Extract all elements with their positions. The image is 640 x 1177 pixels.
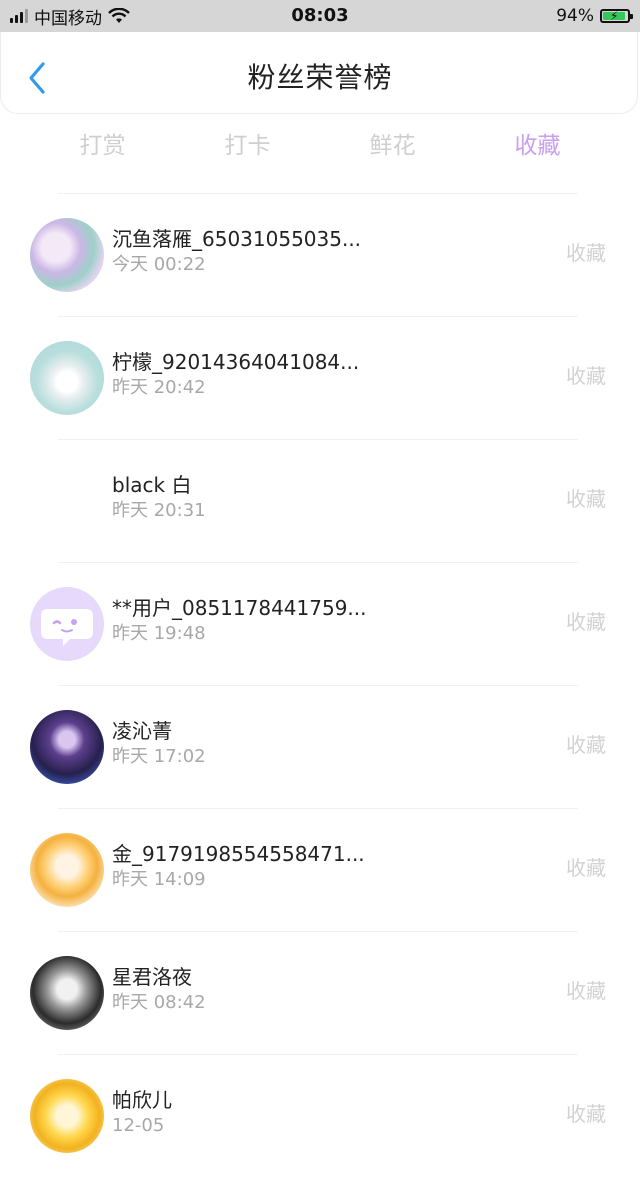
page-title: 粉丝荣誉榜 [247, 61, 393, 94]
favorite-label: 收藏 [566, 733, 606, 757]
avatar[interactable] [30, 464, 104, 538]
avatar[interactable] [30, 587, 104, 661]
fan-time: 12-05 [112, 1115, 165, 1136]
fan-time: 昨天 20:31 [112, 500, 206, 521]
avatar[interactable] [30, 1079, 104, 1153]
fan-name: 帕欣儿 [112, 1088, 172, 1112]
status-bar: 中国移动 08:03 94% ⚡ [0, 0, 640, 32]
favorite-label: 收藏 [566, 1102, 606, 1126]
favorite-label: 收藏 [566, 610, 606, 634]
favorite-label: 收藏 [566, 487, 606, 511]
fan-name: 金_9179198554558471... [112, 842, 365, 866]
favorite-label: 收藏 [566, 364, 606, 388]
favorite-label: 收藏 [566, 979, 606, 1003]
tab-reward[interactable]: 打赏 [30, 126, 175, 166]
tab-bar: 打赏 打卡 鲜花 收藏 [30, 126, 610, 166]
avatar[interactable] [30, 956, 104, 1030]
tab-checkin[interactable]: 打卡 [175, 126, 320, 166]
battery-charging-icon: ⚡ [600, 9, 633, 23]
list-item[interactable]: 沉鱼落雁_65031055035... 今天 00:22 收藏 [0, 194, 640, 316]
favorite-label: 收藏 [566, 856, 606, 880]
list-item[interactable]: 帕欣儿 12-05 收藏 [0, 1055, 640, 1177]
favorite-label: 收藏 [566, 241, 606, 265]
fan-time: 昨天 14:09 [112, 869, 206, 890]
battery-percent: 94% [556, 6, 594, 26]
fan-time: 今天 00:22 [112, 254, 206, 275]
status-time: 08:03 [291, 5, 349, 26]
nav-header: 粉丝荣誉榜 [0, 32, 638, 114]
list-item[interactable]: 金_9179198554558471... 昨天 14:09 收藏 [0, 809, 640, 931]
list-item[interactable]: black 白 昨天 20:31 收藏 [0, 440, 640, 562]
list-item[interactable]: **用户_0851178441759... 昨天 19:48 收藏 [0, 563, 640, 685]
tab-favorites[interactable]: 收藏 [465, 126, 610, 166]
fan-name: **用户_0851178441759... [112, 596, 367, 620]
fan-time: 昨天 20:42 [112, 377, 206, 398]
fan-name: black 白 [112, 473, 192, 497]
fan-name: 柠檬_92014364041084... [112, 350, 360, 374]
avatar[interactable] [30, 833, 104, 907]
tab-flowers[interactable]: 鲜花 [320, 126, 465, 166]
fan-time: 昨天 17:02 [112, 746, 206, 767]
avatar[interactable] [30, 710, 104, 784]
avatar[interactable] [30, 341, 104, 415]
fan-time: 昨天 19:48 [112, 623, 206, 644]
status-right: 94% ⚡ [556, 4, 633, 28]
list-item[interactable]: 星君洛夜 昨天 08:42 收藏 [0, 932, 640, 1054]
fan-time: 昨天 08:42 [112, 992, 206, 1013]
fan-name: 星君洛夜 [112, 965, 192, 989]
fan-list: 沉鱼落雁_65031055035... 今天 00:22 收藏 柠檬_92014… [0, 193, 640, 1177]
list-item[interactable]: 柠檬_92014364041084... 昨天 20:42 收藏 [0, 317, 640, 439]
avatar[interactable] [30, 218, 104, 292]
list-item[interactable]: 凌沁菁 昨天 17:02 收藏 [0, 686, 640, 808]
chat-bubble-icon [41, 609, 93, 646]
fan-name: 凌沁菁 [112, 719, 172, 743]
fan-name: 沉鱼落雁_65031055035... [112, 227, 362, 251]
